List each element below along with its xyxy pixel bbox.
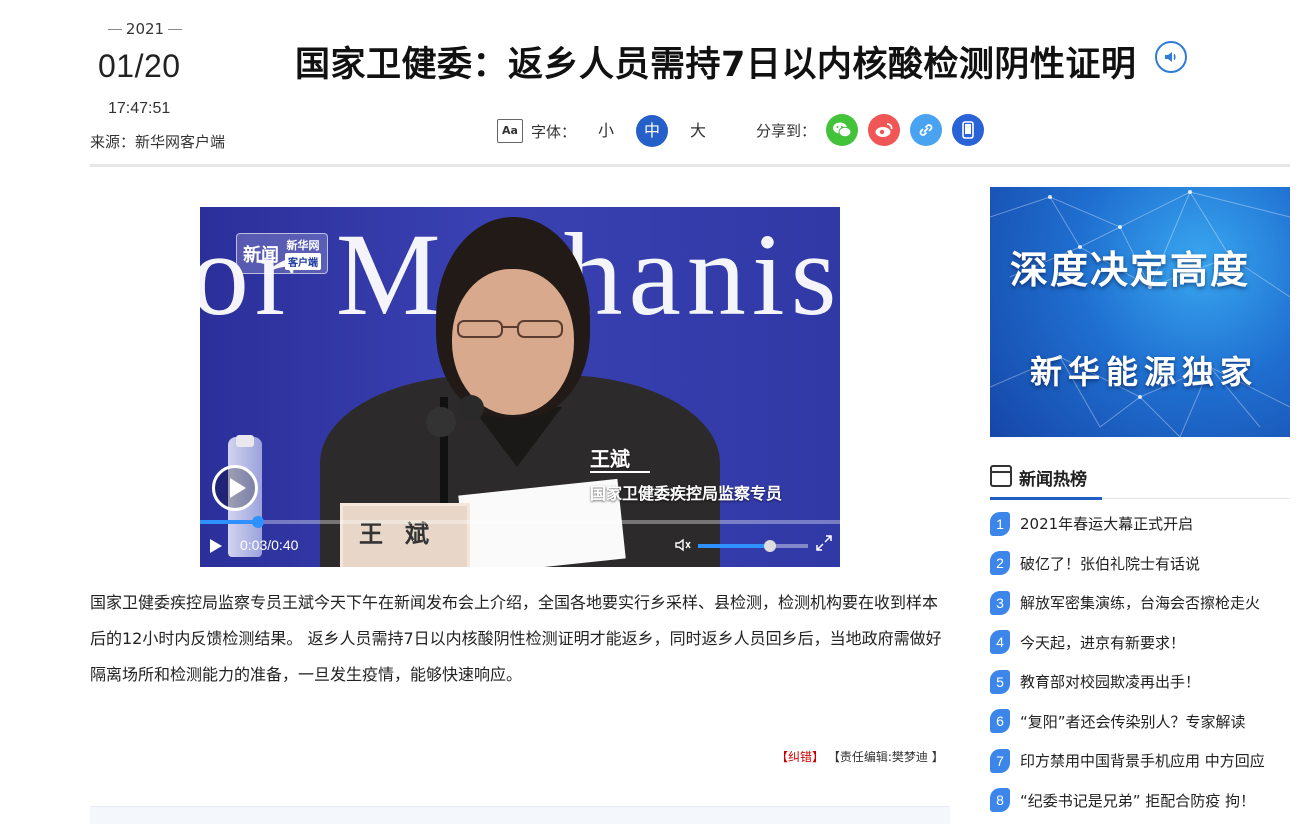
volume-icon[interactable] xyxy=(674,536,692,554)
rank-badge: 1 xyxy=(990,511,1010,536)
hot-news-title: 新闻热榜 xyxy=(1019,470,1087,490)
read-aloud-button[interactable] xyxy=(1155,41,1187,73)
editor-credit: 【责任编辑:樊梦迪 】 xyxy=(827,750,944,764)
microphone xyxy=(458,395,484,421)
date-year: 2021 xyxy=(90,20,200,38)
hot-news-header: 新闻热榜 xyxy=(990,462,1290,500)
article-source: 来源：新华网客户端 xyxy=(90,133,226,151)
lower-third-title: 国家卫健委疾控局监察专员 xyxy=(590,484,783,503)
microphone xyxy=(426,407,456,437)
lower-third-bar xyxy=(590,471,650,473)
font-size-medium[interactable]: 中 xyxy=(636,115,669,147)
hot-news-text[interactable]: 解放军密集演练，台海会否擦枪走火 xyxy=(1020,592,1260,613)
lower-third-name: 王斌 xyxy=(590,447,630,471)
report-error-link[interactable]: 【纠错】 xyxy=(776,750,824,764)
big-play-button[interactable] xyxy=(212,465,258,511)
hot-news-text[interactable]: 今天起，进京有新要求！ xyxy=(1020,632,1185,653)
hot-news-list: 1 2021年春运大幕正式开启 2 破亿了！张伯礼院士有话说 3 解放军密集演练，台海… xyxy=(990,504,1300,820)
sidebar-ad[interactable]: 深度决定高度 新华能源独家 xyxy=(990,187,1290,437)
hot-news-text[interactable]: “纪委书记是兄弟” 拒配合防疫 拘！ xyxy=(1020,790,1255,811)
hot-news-text[interactable]: 教育部对校园欺凌再出手！ xyxy=(1020,671,1200,692)
glasses xyxy=(457,320,563,338)
hot-news-item[interactable]: 2 破亿了！张伯礼院士有话说 xyxy=(990,544,1300,584)
rank-badge: 7 xyxy=(990,748,1010,773)
hot-news-item[interactable]: 8 “纪委书记是兄弟” 拒配合防疫 拘！ xyxy=(990,781,1300,821)
hot-news-text[interactable]: 2021年春运大幕正式开启 xyxy=(1020,513,1193,534)
logo-sub: 新华网 xyxy=(286,239,320,252)
hot-news-item[interactable]: 7 印方禁用中国背景手机应用 中方回应 xyxy=(990,741,1300,781)
hot-news-text[interactable]: 印方禁用中国背景手机应用 中方回应 xyxy=(1020,750,1265,771)
article-body: 国家卫健委疾控局监察专员王斌今天下午在新闻发布会上介绍，全国各地要实行乡采样、县… xyxy=(90,593,942,684)
rank-badge: 6 xyxy=(990,709,1010,734)
rank-badge: 2 xyxy=(990,551,1010,576)
lower-third: 王斌 国家卫健委疾控局监察专员 xyxy=(590,443,782,504)
play-icon[interactable] xyxy=(210,539,222,553)
hot-news-item[interactable]: 4 今天起，进京有新要求！ xyxy=(990,623,1300,663)
fullscreen-icon[interactable] xyxy=(816,535,832,551)
font-size-large[interactable]: 大 xyxy=(682,115,714,147)
progress-fill xyxy=(200,520,258,524)
ad-network-graphic xyxy=(990,190,1290,437)
bottle-cap xyxy=(236,435,254,447)
weibo-icon[interactable] xyxy=(868,114,901,146)
font-size-label: 字体： xyxy=(531,122,577,141)
mobile-icon[interactable] xyxy=(952,114,985,146)
hot-news-item[interactable]: 5 教育部对校园欺凌再出手！ xyxy=(990,662,1300,702)
editor-line: 【纠错】 【责任编辑:樊梦迪 】 xyxy=(776,748,944,765)
rank-badge: 5 xyxy=(990,669,1010,694)
news-logo: 新闻 新华网 客户端 xyxy=(236,233,328,274)
nameplate: 王斌 xyxy=(340,503,470,567)
rank-badge: 8 xyxy=(990,788,1010,813)
volume-handle[interactable] xyxy=(763,540,776,552)
date-day: 01/20 xyxy=(98,48,181,84)
rank-badge: 4 xyxy=(990,630,1010,655)
hot-news-item[interactable]: 1 2021年春运大幕正式开启 xyxy=(990,504,1300,544)
font-size-icon: Aa xyxy=(497,119,523,143)
ad-headline: 深度决定高度 xyxy=(1010,248,1251,292)
bottom-strip xyxy=(90,806,950,824)
header-divider xyxy=(90,164,1290,167)
logo-tag: 客户端 xyxy=(285,253,321,270)
article-title: 国家卫健委：返乡人员需持7日以内核酸检测阴性证明 xyxy=(295,45,1137,85)
font-size-control: Aa 字体： 小 中 大 xyxy=(497,115,714,147)
news-list-icon xyxy=(990,465,1012,487)
speaker-face xyxy=(452,269,574,415)
speaker-icon xyxy=(1165,52,1176,62)
video-progress-bar[interactable] xyxy=(200,516,840,528)
share-label: 分享到： xyxy=(756,121,817,140)
wechat-icon[interactable] xyxy=(826,114,859,146)
volume-fill xyxy=(698,544,770,548)
video-player[interactable]: or Mechanism 王斌 新闻 新华网 客户端 王斌 国家卫健委疾控局监察… xyxy=(200,207,840,567)
share-bar: 分享到： xyxy=(756,114,985,146)
rank-badge: 3 xyxy=(990,590,1010,615)
hot-news-item[interactable]: 6 “复阳”者还会传染别人？专家解读 xyxy=(990,702,1300,742)
hot-news-item[interactable]: 3 解放军密集演练，台海会否擦枪走火 xyxy=(990,583,1300,623)
date-time: 17:47:51 xyxy=(108,100,171,117)
link-icon[interactable] xyxy=(910,114,943,146)
volume-slider[interactable] xyxy=(698,540,808,552)
video-time: 0:03/0:40 xyxy=(240,537,299,553)
progress-handle[interactable] xyxy=(251,516,264,528)
hot-news-underline xyxy=(990,497,1102,500)
hot-news-text[interactable]: 破亿了！张伯礼院士有话说 xyxy=(1020,553,1200,574)
hot-news-text[interactable]: “复阳”者还会传染别人？专家解读 xyxy=(1020,711,1246,732)
ad-subline: 新华能源独家 xyxy=(1030,353,1259,391)
font-size-small[interactable]: 小 xyxy=(590,115,622,147)
logo-main: 新闻 xyxy=(243,244,279,266)
